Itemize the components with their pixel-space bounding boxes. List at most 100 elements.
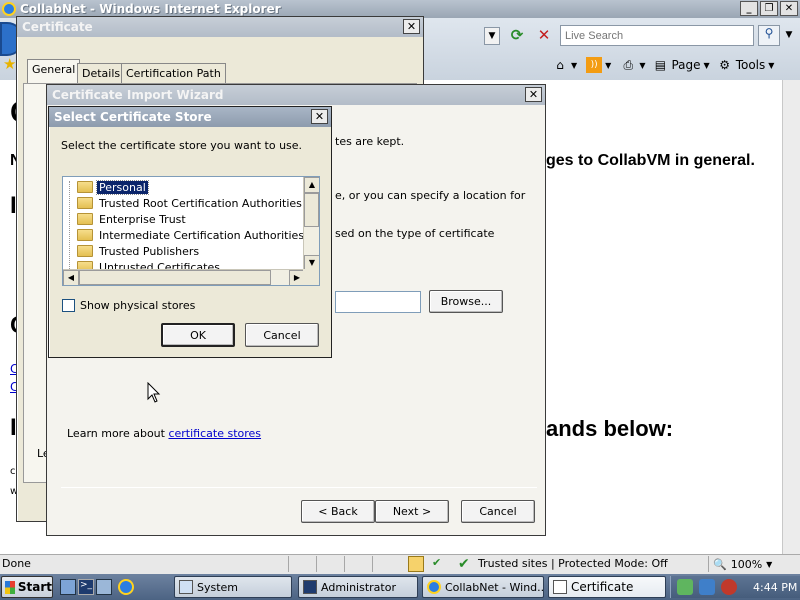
taskbar-item-collabnet[interactable]: CollabNet - Wind... — [422, 576, 544, 598]
taskbar-item-system[interactable]: System — [174, 576, 292, 598]
network-tray-icon[interactable] — [699, 579, 715, 595]
browser-title: CollabNet - Windows Internet Explorer — [20, 2, 281, 16]
security-tray-icon[interactable] — [677, 579, 693, 595]
cancel-button[interactable]: Cancel — [245, 323, 319, 347]
wizard-title-bar: Certificate Import Wizard — [47, 85, 545, 105]
folder-icon — [77, 245, 93, 257]
zoom-control[interactable]: 🔍 100% ▼ — [708, 556, 798, 572]
show-physical-label[interactable]: Show physical stores — [80, 299, 195, 312]
task-label: CollabNet - Wind... — [445, 580, 544, 594]
select-store-title: Select Certificate Store — [54, 110, 212, 124]
cancel-button[interactable]: Cancel — [461, 500, 535, 523]
select-store-title-bar: Select Certificate Store — [49, 107, 331, 127]
page-text-fragment: c — [10, 466, 16, 477]
tab-general[interactable]: General — [27, 59, 81, 83]
scroll-left-icon[interactable]: ◀ — [63, 270, 79, 285]
refresh-icon[interactable]: ⟳ — [506, 26, 528, 46]
security-zone-text: Trusted sites | Protected Mode: Off — [478, 557, 668, 570]
ie-icon — [427, 580, 441, 594]
task-label: Administrator — [321, 580, 396, 594]
scroll-thumb[interactable] — [304, 193, 319, 227]
minimize-icon[interactable]: _ — [740, 1, 758, 16]
ie-logo-icon — [2, 2, 16, 16]
server-manager-icon[interactable] — [60, 579, 76, 595]
tools-menu[interactable]: Tools — [736, 58, 766, 72]
zoom-dropdown-icon[interactable]: ▼ — [766, 560, 772, 569]
search-input[interactable] — [560, 25, 754, 46]
trusted-check-icon: ✔ — [432, 556, 442, 569]
page-scrollbar[interactable] — [782, 80, 800, 554]
tree-item-enterprise-trust[interactable]: Enterprise Trust — [77, 211, 188, 227]
certificate-icon — [553, 580, 567, 594]
home-icon[interactable]: ⌂ — [552, 57, 568, 73]
show-desktop-icon[interactable] — [96, 579, 112, 595]
back-button[interactable]: < Back — [301, 500, 375, 523]
ok-button[interactable]: OK — [161, 323, 235, 347]
stop-icon[interactable]: ✕ — [534, 26, 554, 46]
close-icon[interactable]: ✕ — [403, 19, 420, 34]
close-icon[interactable]: ✕ — [525, 87, 542, 102]
next-button[interactable]: Next > — [375, 500, 449, 523]
tab-details[interactable]: Details — [77, 63, 126, 83]
volume-muted-icon[interactable] — [721, 579, 737, 595]
page-text-line: ges to CollabVM in general. — [546, 152, 755, 169]
search-icon[interactable]: ⚲ — [758, 25, 780, 46]
tree-item-trusted-publishers[interactable]: Trusted Publishers — [77, 243, 201, 259]
page-icon[interactable]: ▤ — [652, 57, 668, 73]
ie-quicklaunch-icon[interactable] — [118, 579, 134, 595]
tree-item-label: Trusted Publishers — [99, 244, 200, 258]
start-button[interactable]: Start — [1, 576, 53, 598]
mouse-cursor-icon — [147, 382, 161, 403]
popup-blocked-icon[interactable] — [408, 556, 424, 572]
tab-certification-path[interactable]: Certification Path — [121, 63, 226, 83]
scroll-corner — [303, 269, 319, 285]
scroll-thumb[interactable] — [79, 270, 271, 285]
status-panel — [288, 556, 316, 572]
clock[interactable]: 4:44 PM — [753, 581, 797, 594]
taskbar-item-certificate[interactable]: Certificate — [548, 576, 666, 598]
taskbar-item-administrator[interactable]: Administrator — [298, 576, 418, 598]
tree-horizontal-scrollbar[interactable]: ◀ ▶ — [63, 269, 305, 285]
wizard-text: sed on the type of certificate — [335, 227, 495, 240]
store-path-field[interactable] — [335, 291, 421, 313]
wizard-text: tes are kept. — [335, 135, 405, 148]
learn-more-line: Learn more about certificate stores — [67, 427, 261, 440]
wizard-title: Certificate Import Wizard — [52, 88, 224, 102]
close-icon[interactable]: ✕ — [311, 109, 328, 124]
address-dropdown-icon[interactable]: ▼ — [484, 27, 500, 45]
window-controls: _ ❐ ✕ — [740, 1, 798, 16]
feeds-icon[interactable]: )) — [586, 57, 603, 73]
certificate-title-bar: Certificate — [17, 17, 423, 37]
page-menu[interactable]: Page — [671, 58, 700, 72]
tree-item-intermediate[interactable]: Intermediate Certification Authorities — [77, 227, 306, 243]
print-icon[interactable]: ⎙ — [620, 57, 636, 73]
favorites-star-icon[interactable]: ★ — [3, 55, 16, 73]
divider — [61, 487, 537, 488]
task-label: System — [197, 580, 239, 594]
windows-flag-icon — [5, 580, 15, 594]
scroll-up-icon[interactable]: ▲ — [304, 177, 319, 193]
tools-gear-icon[interactable]: ⚙ — [717, 57, 733, 73]
command-bar: ⌂ ▼ )) ▼ ⎙ ▼ ▤ Page ▼ ⚙ Tools ▼ — [552, 56, 774, 74]
cmd-icon — [303, 580, 317, 594]
status-panel — [316, 556, 344, 572]
zoom-icon: 🔍 — [713, 557, 727, 571]
search-dropdown-icon[interactable]: ▼ — [782, 25, 796, 46]
zoom-level: 100% — [730, 557, 763, 571]
restore-icon[interactable]: ❐ — [760, 1, 778, 16]
close-icon[interactable]: ✕ — [780, 1, 798, 16]
powershell-icon[interactable]: >_ — [78, 579, 94, 595]
tree-item-trusted-root[interactable]: Trusted Root Certification Authorities — [77, 195, 304, 211]
tree-item-label: Trusted Root Certification Authorities — [99, 196, 302, 210]
tree-vertical-scrollbar[interactable]: ▲ ▼ — [303, 177, 319, 271]
browse-button[interactable]: Browse... — [429, 290, 503, 313]
tree-item-personal[interactable]: Personal — [77, 179, 149, 195]
show-physical-checkbox[interactable] — [62, 299, 75, 312]
learn-more-text: Learn more about — [67, 427, 169, 440]
certificate-store-tree[interactable]: Personal Trusted Root Certification Auth… — [62, 176, 320, 286]
system-icon — [179, 580, 193, 594]
select-store-prompt: Select the certificate store you want to… — [61, 139, 303, 152]
folder-icon — [77, 229, 93, 241]
certificate-title: Certificate — [22, 20, 93, 34]
certificate-stores-link[interactable]: certificate stores — [168, 427, 261, 440]
